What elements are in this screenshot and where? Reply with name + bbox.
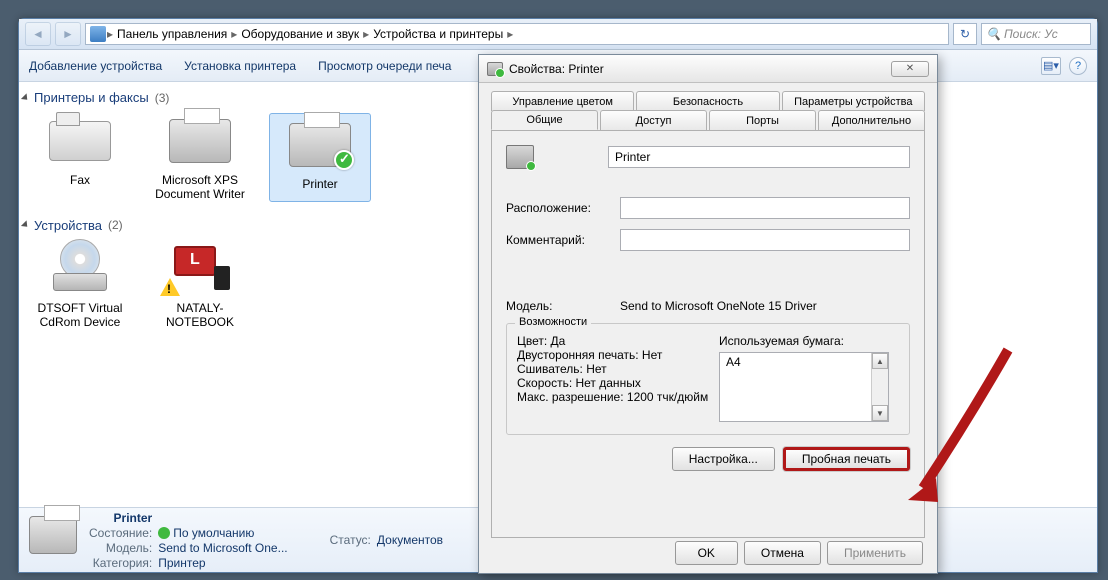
scrollbar[interactable]: ▲ ▼ bbox=[871, 353, 888, 421]
tab-strip: Управление цветом Безопасность Параметры… bbox=[479, 83, 937, 130]
cap-color: Цвет: Да bbox=[517, 334, 719, 348]
model-value: Send to Microsoft OneNote 15 Driver bbox=[620, 299, 817, 313]
paper-value: A4 bbox=[726, 355, 741, 369]
details-status-value: Документов bbox=[377, 533, 443, 547]
cap-staple: Сшиватель: Нет bbox=[517, 362, 719, 376]
details-cat-label: Категория: bbox=[89, 556, 152, 570]
tab-panel-general: Printer Расположение: Комментарий: Модел… bbox=[491, 130, 925, 538]
breadcrumb-seg[interactable]: Оборудование и звук bbox=[238, 27, 362, 41]
details-cat-value: Принтер bbox=[158, 556, 287, 570]
ok-button[interactable]: OK bbox=[675, 541, 738, 565]
device-item-xps[interactable]: Microsoft XPS Document Writer bbox=[149, 113, 251, 202]
item-label: NATALY-NOTEBOOK bbox=[149, 301, 251, 330]
breadcrumb-seg[interactable]: Устройства и принтеры bbox=[370, 27, 506, 41]
preferences-button[interactable]: Настройка... bbox=[672, 447, 775, 471]
view-options-button[interactable]: ▤▾ bbox=[1041, 57, 1061, 75]
collapse-icon bbox=[21, 93, 30, 102]
breadcrumb[interactable]: ▸ Панель управления ▸ Оборудование и зву… bbox=[85, 23, 949, 45]
paper-list[interactable]: A4 ▲ ▼ bbox=[719, 352, 889, 422]
refresh-button[interactable]: ↻ bbox=[953, 23, 977, 45]
forward-button[interactable]: ► bbox=[55, 22, 81, 46]
tab-ports[interactable]: Порты bbox=[709, 110, 816, 130]
device-item-fax[interactable]: Fax bbox=[29, 113, 131, 202]
scroll-down-icon[interactable]: ▼ bbox=[872, 405, 888, 421]
category-count: (2) bbox=[108, 218, 123, 232]
cancel-button[interactable]: Отмена bbox=[744, 541, 821, 565]
details-name: Printer bbox=[89, 511, 152, 525]
printer-icon bbox=[29, 516, 77, 554]
category-count: (3) bbox=[155, 91, 170, 105]
view-queue-button[interactable]: Просмотр очереди печа bbox=[318, 59, 451, 73]
location-input[interactable] bbox=[620, 197, 910, 219]
help-button[interactable]: ? bbox=[1069, 57, 1087, 75]
add-device-button[interactable]: Добавление устройства bbox=[29, 59, 162, 73]
address-bar: ◄ ► ▸ Панель управления ▸ Оборудование и… bbox=[19, 19, 1097, 50]
category-title: Устройства bbox=[34, 218, 102, 233]
details-state-value: По умолчанию bbox=[158, 526, 287, 540]
item-label: Microsoft XPS Document Writer bbox=[149, 173, 251, 202]
default-check-icon bbox=[334, 150, 354, 170]
collapse-icon bbox=[21, 221, 30, 230]
close-button[interactable]: ✕ bbox=[891, 61, 929, 77]
tab-color-mgmt[interactable]: Управление цветом bbox=[491, 91, 634, 111]
details-status-label: Статус: bbox=[330, 533, 371, 547]
comment-label: Комментарий: bbox=[506, 233, 606, 247]
location-icon bbox=[90, 26, 106, 42]
search-placeholder: Поиск: Ус bbox=[1004, 27, 1058, 41]
group-title: Возможности bbox=[515, 316, 591, 328]
warning-icon bbox=[160, 278, 180, 296]
paper-label: Используемая бумага: bbox=[719, 334, 899, 348]
cap-speed: Скорость: Нет данных bbox=[517, 376, 719, 390]
scroll-up-icon[interactable]: ▲ bbox=[872, 353, 888, 369]
capabilities-group: Возможности Цвет: Да Двусторонняя печать… bbox=[506, 323, 910, 435]
search-input[interactable]: 🔍Поиск: Ус bbox=[981, 23, 1091, 45]
fax-icon bbox=[49, 121, 111, 161]
breadcrumb-seg[interactable]: Панель управления bbox=[114, 27, 230, 41]
printer-icon bbox=[506, 145, 534, 169]
tab-security[interactable]: Безопасность bbox=[636, 91, 779, 111]
cap-duplex: Двусторонняя печать: Нет bbox=[517, 348, 719, 362]
properties-dialog: Свойства: Printer ✕ Управление цветом Бе… bbox=[478, 54, 938, 574]
apply-button[interactable]: Применить bbox=[827, 541, 923, 565]
printer-icon bbox=[487, 62, 503, 76]
dialog-title: Свойства: Printer bbox=[509, 62, 604, 76]
tab-advanced[interactable]: Дополнительно bbox=[818, 110, 925, 130]
category-title: Принтеры и факсы bbox=[34, 90, 149, 105]
details-model-label: Модель: bbox=[89, 541, 152, 555]
tab-sharing[interactable]: Доступ bbox=[600, 110, 707, 130]
tab-device-settings[interactable]: Параметры устройства bbox=[782, 91, 925, 111]
cap-resolution: Макс. разрешение: 1200 тчк/дюйм bbox=[517, 390, 719, 404]
device-item-computer[interactable]: NATALY-NOTEBOOK bbox=[149, 241, 251, 330]
dialog-titlebar[interactable]: Свойства: Printer ✕ bbox=[479, 55, 937, 83]
back-button[interactable]: ◄ bbox=[25, 22, 51, 46]
printer-name-input[interactable]: Printer bbox=[608, 146, 910, 168]
comment-input[interactable] bbox=[620, 229, 910, 251]
model-label: Модель: bbox=[506, 299, 606, 313]
details-state-label: Состояние: bbox=[89, 526, 152, 540]
printer-icon bbox=[169, 119, 231, 163]
item-label: Fax bbox=[70, 173, 90, 187]
location-label: Расположение: bbox=[506, 201, 606, 215]
tab-general[interactable]: Общие bbox=[491, 110, 598, 130]
item-label: DTSOFT Virtual CdRom Device bbox=[29, 301, 131, 330]
device-item-printer[interactable]: Printer bbox=[269, 113, 371, 202]
details-model-value: Send to Microsoft One... bbox=[158, 541, 287, 555]
item-label: Printer bbox=[302, 177, 337, 191]
cdrom-icon bbox=[53, 247, 107, 291]
test-page-button[interactable]: Пробная печать bbox=[783, 447, 910, 471]
computer-icon bbox=[168, 246, 232, 292]
printer-icon bbox=[289, 123, 351, 167]
device-item-cdrom[interactable]: DTSOFT Virtual CdRom Device bbox=[29, 241, 131, 330]
add-printer-button[interactable]: Установка принтера bbox=[184, 59, 296, 73]
